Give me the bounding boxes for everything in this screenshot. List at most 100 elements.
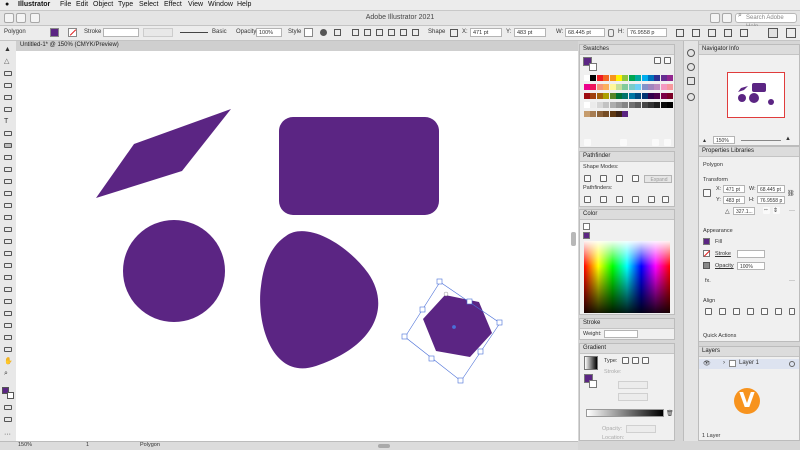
menu-edit[interactable]: Edit xyxy=(76,1,88,8)
paintbrush-icon[interactable] xyxy=(4,155,12,160)
color-swatch[interactable] xyxy=(616,111,622,117)
selection-handle[interactable] xyxy=(466,298,473,305)
navigator-zoom-field[interactable]: 150% xyxy=(713,136,735,144)
color-swatch[interactable] xyxy=(603,93,610,99)
slice-tool-icon[interactable] xyxy=(4,347,12,352)
tab-properties[interactable]: Properties xyxy=(702,148,729,154)
shape-label[interactable]: Shape xyxy=(428,29,445,35)
color-swatch[interactable] xyxy=(635,93,642,99)
tab-info[interactable]: Info xyxy=(729,46,739,52)
merge-icon[interactable] xyxy=(616,196,623,203)
menu-app-name[interactable]: Illustrator xyxy=(18,1,50,8)
appearance-opacity-field[interactable]: 100% xyxy=(737,262,765,270)
color-stroke-indicator[interactable] xyxy=(583,223,590,230)
horizontal-scrollbar-thumb[interactable] xyxy=(378,444,390,448)
color-swatch[interactable] xyxy=(603,75,610,81)
symbol-sprayer-icon[interactable] xyxy=(4,311,12,316)
color-swatch[interactable] xyxy=(654,84,661,90)
color-swatch[interactable] xyxy=(641,75,648,81)
appearance-stroke-label[interactable]: Stroke xyxy=(715,251,731,257)
color-swatch[interactable] xyxy=(584,75,590,81)
expand-button[interactable]: Expand xyxy=(644,175,672,183)
align-icon[interactable] xyxy=(334,29,341,36)
menu-type[interactable]: Type xyxy=(118,1,133,8)
direct-selection-tool-icon[interactable]: △ xyxy=(4,58,12,65)
column-graph-icon[interactable] xyxy=(4,323,12,328)
appearance-opacity-label[interactable]: Opacity xyxy=(715,263,734,269)
color-swatch[interactable] xyxy=(622,93,629,99)
prop-align-left-icon[interactable] xyxy=(705,308,712,315)
zoom-level[interactable]: 150% xyxy=(18,442,32,448)
color-swatch[interactable] xyxy=(648,84,654,90)
align-middle-icon[interactable] xyxy=(400,29,407,36)
list-view-icon[interactable] xyxy=(654,57,661,64)
live-corner-widget[interactable] xyxy=(443,291,449,297)
gradient-tool-icon[interactable] xyxy=(4,275,12,280)
panel-menu-icon[interactable] xyxy=(768,28,778,38)
artboard-number[interactable]: 1 xyxy=(86,442,89,448)
stroke-panel-title[interactable]: Stroke xyxy=(583,320,600,326)
appearance-stroke-weight-field[interactable] xyxy=(737,250,765,258)
delete-swatch-icon[interactable] xyxy=(664,139,671,146)
align-left-icon[interactable] xyxy=(352,29,359,36)
flip-horizontal-icon[interactable]: ⇔ xyxy=(763,207,770,214)
free-transform-icon[interactable] xyxy=(4,227,12,232)
symbols-icon[interactable] xyxy=(687,63,695,71)
color-swatch[interactable] xyxy=(641,84,648,90)
navigator-zoom-out-icon[interactable]: ▴ xyxy=(703,137,706,144)
align-center-icon[interactable] xyxy=(364,29,371,36)
color-swatch[interactable] xyxy=(590,111,597,117)
blob-shape[interactable] xyxy=(260,231,379,369)
prop-w-field[interactable]: 68.445 pt xyxy=(757,185,785,193)
arrange-documents-icon[interactable] xyxy=(786,28,796,38)
color-swatch[interactable] xyxy=(590,84,597,90)
color-swatch[interactable] xyxy=(660,75,667,81)
minus-front-icon[interactable] xyxy=(600,175,607,182)
swatches-panel-title[interactable]: Swatches xyxy=(583,46,609,52)
transform-reference-icon[interactable] xyxy=(450,29,458,37)
parallelogram-shape[interactable] xyxy=(96,109,231,198)
magic-wand-icon[interactable] xyxy=(4,71,12,76)
gradient-panel-title[interactable]: Gradient xyxy=(583,345,606,351)
layer-name[interactable]: Layer 1 xyxy=(739,360,759,366)
shape-builder-icon[interactable] xyxy=(4,239,12,244)
selection-tool-icon[interactable]: ▲ xyxy=(4,46,12,53)
lasso-icon[interactable] xyxy=(4,83,12,88)
brushes-icon[interactable] xyxy=(687,49,695,57)
menu-view[interactable]: View xyxy=(188,1,203,8)
color-swatch[interactable] xyxy=(628,84,635,90)
align-right-icon[interactable] xyxy=(376,29,383,36)
rounded-rectangle-shape[interactable] xyxy=(279,117,439,215)
h-field[interactable]: 76.9558 p xyxy=(627,28,667,37)
color-swatch[interactable] xyxy=(628,102,635,108)
eraser-icon[interactable] xyxy=(4,179,12,184)
color-swatch[interactable] xyxy=(628,93,635,99)
artboard-tool-icon[interactable] xyxy=(4,335,12,340)
rotate-icon[interactable] xyxy=(740,29,748,37)
expand-layer-chevron-icon[interactable]: › xyxy=(723,360,725,366)
prop-h-field[interactable]: 76.9558 p xyxy=(757,196,785,204)
color-swatch[interactable] xyxy=(596,102,603,108)
color-swatch[interactable] xyxy=(667,93,674,99)
selection-handle[interactable] xyxy=(436,278,443,285)
prop-x-field[interactable]: 471 pt xyxy=(723,185,745,193)
freeform-gradient-icon[interactable] xyxy=(642,357,649,364)
menu-window[interactable]: Window xyxy=(208,1,233,8)
color-swatch[interactable] xyxy=(667,75,674,81)
brush-label[interactable]: Basic xyxy=(212,29,227,35)
effects-fx-label[interactable]: fx. xyxy=(705,278,711,284)
artboard-canvas[interactable] xyxy=(16,51,578,441)
prop-align-vcenter-icon[interactable] xyxy=(761,308,768,315)
mesh-tool-icon[interactable] xyxy=(4,263,12,268)
swatch-libraries-icon[interactable] xyxy=(584,139,591,146)
line-tool-icon[interactable] xyxy=(4,131,12,136)
color-swatch[interactable] xyxy=(648,75,654,81)
color-swatch[interactable] xyxy=(596,111,603,117)
polygon-tool-icon[interactable] xyxy=(4,143,12,148)
opacity-label[interactable]: Opacity xyxy=(236,29,256,35)
more-tools-icon[interactable]: ··· xyxy=(4,431,11,438)
color-swatch[interactable] xyxy=(622,75,629,81)
eyedropper-icon[interactable] xyxy=(4,287,12,292)
transform-icon[interactable] xyxy=(676,29,684,37)
selection-handle[interactable] xyxy=(457,377,464,384)
